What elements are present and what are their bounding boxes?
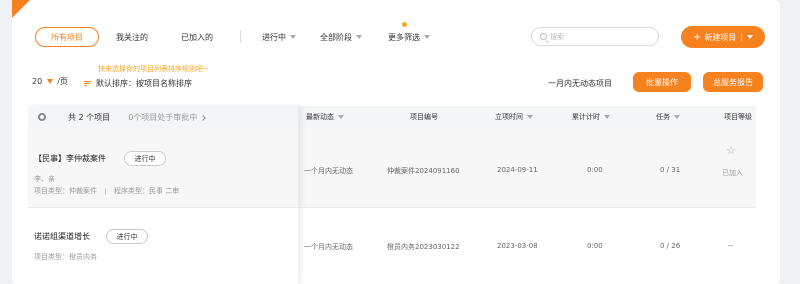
project-members: 李、亲 xyxy=(34,175,55,183)
star-icon[interactable]: ☆ xyxy=(726,144,736,157)
project-type: 项目类型：橙员内务 xyxy=(34,253,97,261)
button-divider: | xyxy=(740,32,744,42)
divider xyxy=(105,187,106,195)
approval-link-label: 0个项目处于审批中 xyxy=(128,112,198,122)
sort-label: 默认排序：按项目名称排序 xyxy=(96,79,192,88)
latest-activity: 一个月内无动态 xyxy=(304,243,353,251)
col-tasks-label: 任务 xyxy=(656,113,670,121)
left-header: 共 2 个项目 0个项目处于审批中 xyxy=(28,106,298,128)
filter-all-stages-label: 全部阶段 xyxy=(320,32,352,42)
sort-select[interactable]: 默认排序：按项目名称排序 xyxy=(84,78,192,89)
page-size-select[interactable]: 20 /页 xyxy=(32,76,68,87)
tab-followed[interactable]: 我关注的 xyxy=(116,27,148,47)
col-date[interactable]: 立项时间 xyxy=(495,106,533,128)
project-meta: 项目类型：仲裁案件 程序类型：民事 二审 xyxy=(34,186,179,196)
joined-label: 已加入 xyxy=(722,169,743,177)
search-placeholder: 搜索 xyxy=(550,32,564,41)
chevron-down-icon[interactable] xyxy=(747,35,754,39)
project-code: 仲裁案件2024091160 xyxy=(387,167,460,175)
status-badge: 进行中 xyxy=(106,229,148,244)
col-latest-label: 最新动态 xyxy=(306,113,334,121)
chevron-down-icon xyxy=(604,115,610,119)
inactive-projects-link[interactable]: 一月内无动态项目 xyxy=(548,78,612,89)
tab-joined[interactable]: 已加入的 xyxy=(181,27,213,47)
page-size-value: 20 xyxy=(32,77,43,86)
page-size-unit: /页 xyxy=(57,77,68,86)
new-project-label: 新建项目 xyxy=(704,32,737,42)
project-name[interactable]: 诺诺组渠道增长 xyxy=(34,231,90,242)
filter-all-stages[interactable]: 全部阶段 xyxy=(320,27,362,47)
col-time[interactable]: 累计计时 xyxy=(572,106,610,128)
task-count: 0 / 26 xyxy=(660,242,681,250)
search-input[interactable]: 搜索 xyxy=(531,27,659,46)
col-time-label: 累计计时 xyxy=(572,113,600,121)
plus-icon: + xyxy=(692,31,702,43)
tab-all-projects[interactable]: 所有项目 xyxy=(35,27,99,47)
table-row[interactable]: 诺诺组渠道增长 进行中 项目类型：橙员内务 xyxy=(28,208,298,284)
chevron-down-icon xyxy=(527,115,533,119)
filter-more[interactable]: 更多筛选 xyxy=(388,27,430,47)
chevron-down-icon xyxy=(674,115,680,119)
chevron-down-icon xyxy=(424,35,430,39)
project-type: 项目类型：仲裁案件 xyxy=(34,187,97,195)
project-level: -- xyxy=(728,242,734,250)
service-report-button[interactable]: 总服务报告 xyxy=(703,72,763,92)
chevron-down-icon xyxy=(356,35,362,39)
table-row[interactable]: 一个月内无动态 橙员内务2023030122 2023-03-08 0:00 0… xyxy=(298,208,756,284)
chevron-down-icon xyxy=(338,115,344,119)
tab-divider xyxy=(240,30,241,43)
status-badge: 进行中 xyxy=(124,151,166,166)
gear-icon[interactable] xyxy=(38,113,46,121)
filter-in-progress-label: 进行中 xyxy=(262,32,286,42)
total-time: 0:00 xyxy=(587,242,603,250)
filter-more-label: 更多筛选 xyxy=(388,32,420,42)
col-date-label: 立项时间 xyxy=(495,113,523,121)
project-code: 橙员内务2023030122 xyxy=(387,243,460,251)
project-date: 2023-03-08 xyxy=(497,242,538,250)
sort-icon xyxy=(84,81,91,86)
chevron-down-icon xyxy=(47,79,54,84)
project-count: 共 2 个项目 xyxy=(68,112,111,122)
col-code: 项目编号 xyxy=(410,113,438,121)
table-header: 最新动态 项目编号 立项时间 累计计时 任务 项目等级 xyxy=(298,106,756,128)
table-row[interactable]: 一个月内无动态 仲裁案件2024091160 2024-09-11 0:00 0… xyxy=(298,128,756,208)
new-project-button[interactable]: + 新建项目 | xyxy=(681,26,765,48)
sort-tip: 快来选择你的项目列表排序规则吧~ xyxy=(98,65,209,73)
table-row[interactable]: 【民事】李仲裁案件 进行中 李、亲 项目类型：仲裁案件 程序类型：民事 二审 xyxy=(28,128,298,208)
task-count: 0 / 31 xyxy=(660,166,681,174)
project-date: 2024-09-11 xyxy=(497,166,538,174)
col-latest[interactable]: 最新动态 xyxy=(306,106,344,128)
col-tasks[interactable]: 任务 xyxy=(656,106,680,128)
filter-in-progress[interactable]: 进行中 xyxy=(262,27,296,47)
col-level: 项目等级 xyxy=(724,113,752,121)
chevron-right-icon xyxy=(200,114,207,121)
total-time: 0:00 xyxy=(587,166,603,174)
search-icon xyxy=(540,33,547,40)
batch-operation-button[interactable]: 批量操作 xyxy=(633,72,691,92)
procedure-type: 程序类型：民事 二审 xyxy=(114,187,180,195)
approval-link[interactable]: 0个项目处于审批中 xyxy=(128,112,207,123)
corner-ribbon xyxy=(12,0,30,18)
project-name[interactable]: 【民事】李仲裁案件 xyxy=(34,153,106,164)
chevron-down-icon xyxy=(290,35,296,39)
latest-activity: 一个月内无动态 xyxy=(304,167,353,175)
project-name-column: 共 2 个项目 0个项目处于审批中 【民事】李仲裁案件 进行中 李、亲 项目类型… xyxy=(28,106,298,284)
